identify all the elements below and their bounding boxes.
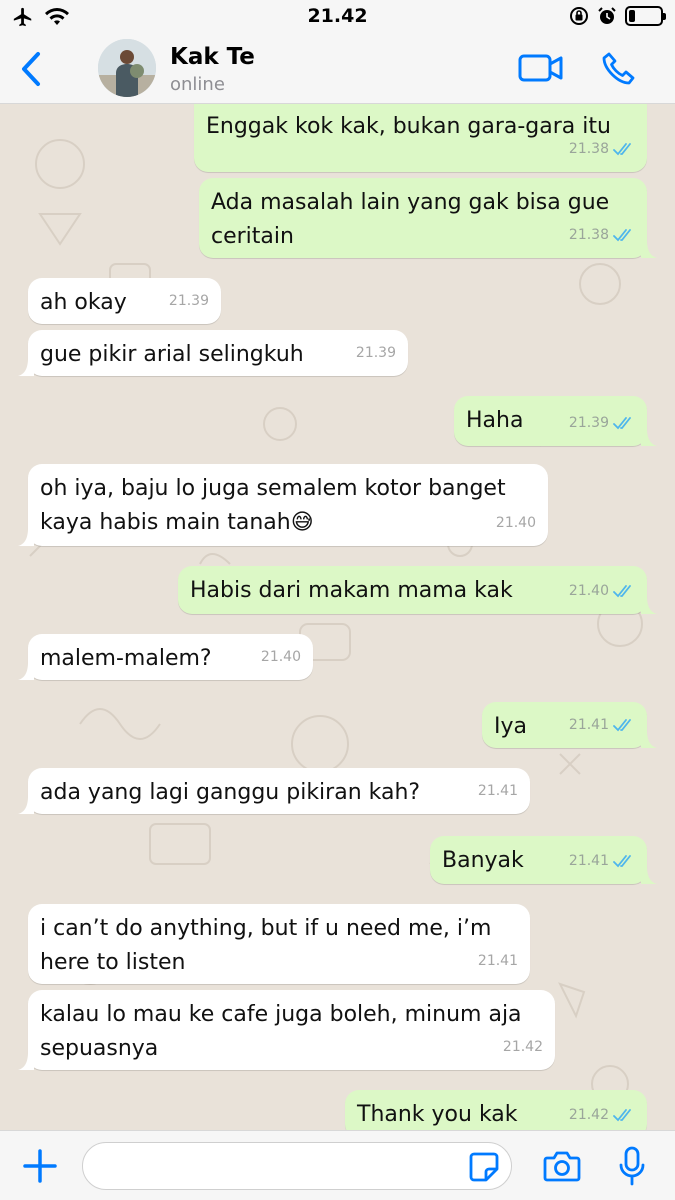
video-call-button[interactable] <box>518 52 564 84</box>
message-text: kalau lo mau ke cafe juga boleh, minum a… <box>40 1002 522 1061</box>
outgoing-message-bubble[interactable]: Haha 21.39 <box>454 396 647 446</box>
outgoing-message-bubble[interactable]: Habis dari makam mama kak 21.40 <box>178 566 647 614</box>
bubble-tail <box>641 730 657 748</box>
read-ticks-icon <box>613 855 631 868</box>
camera-icon <box>543 1151 581 1182</box>
message-meta: 21.41 <box>478 774 518 808</box>
phone-call-button[interactable] <box>600 50 638 88</box>
incoming-message-bubble[interactable]: malem-malem? 21.40 <box>28 634 313 680</box>
message-time: 21.40 <box>495 515 536 531</box>
incoming-message-bubble[interactable]: kalau lo mau ke cafe juga boleh, minum a… <box>28 990 555 1070</box>
outgoing-message-bubble[interactable]: Banyak 21.41 <box>430 836 647 884</box>
message-text: ada yang lagi ganggu pikiran kah? <box>40 780 421 805</box>
read-ticks-icon <box>613 1109 631 1122</box>
message-meta: 21.40 <box>261 640 301 674</box>
outgoing-message-bubble[interactable]: Ada masalah lain yang gak bisa gue cerit… <box>199 178 647 258</box>
message-time: 21.40 <box>260 649 301 665</box>
voice-message-button[interactable] <box>618 1145 646 1187</box>
message-time: 21.41 <box>568 853 609 869</box>
message-meta: 21.42 <box>569 1098 635 1130</box>
bubble-tail <box>641 866 657 884</box>
message-meta: 21.39 <box>356 336 396 370</box>
message-time: 21.38 <box>568 141 609 157</box>
message-text: oh iya, baju lo juga semalem kotor bange… <box>40 476 506 535</box>
message-time: 21.41 <box>477 953 518 969</box>
incoming-message-bubble[interactable]: ah okay 21.39 <box>28 278 221 324</box>
sticker-button[interactable] <box>468 1151 500 1183</box>
bubble-tail <box>641 596 657 614</box>
bubble-tail <box>18 358 34 376</box>
status-right-icons <box>569 6 666 26</box>
attach-button[interactable] <box>22 1148 58 1184</box>
bubble-tail <box>18 796 34 814</box>
incoming-message-bubble[interactable]: ada yang lagi ganggu pikiran kah? 21.41 <box>28 768 530 814</box>
message-meta: 21.40 <box>569 574 635 608</box>
message-meta: 21.39 <box>169 284 209 318</box>
mic-icon <box>619 1146 645 1186</box>
message-text: gue pikir arial selingkuh <box>40 342 304 367</box>
message-time: 21.41 <box>477 783 518 799</box>
read-ticks-icon <box>613 585 631 598</box>
battery-icon <box>625 6 666 26</box>
message-time: 21.42 <box>568 1107 609 1123</box>
message-input[interactable] <box>82 1142 512 1190</box>
sticker-icon <box>469 1152 499 1182</box>
read-ticks-icon <box>613 143 631 156</box>
message-meta: 21.41 <box>569 844 635 878</box>
contact-name[interactable]: Kak Te <box>170 44 255 70</box>
message-meta: 21.39 <box>569 406 635 440</box>
avatar[interactable] <box>98 39 156 97</box>
camera-button[interactable] <box>543 1149 581 1183</box>
outgoing-message-bubble[interactable]: Iya 21.41 <box>482 702 647 748</box>
message-meta: 21.38 <box>569 132 635 166</box>
message-time: 21.40 <box>568 583 609 599</box>
incoming-message-bubble[interactable]: oh iya, baju lo juga semalem kotor bange… <box>28 464 548 546</box>
orientation-lock-icon <box>570 7 588 25</box>
message-text: i can’t do anything, but if u need me, i… <box>40 916 492 975</box>
read-ticks-icon <box>613 719 631 732</box>
back-button[interactable] <box>16 50 46 88</box>
alarm-icon <box>598 7 616 24</box>
read-ticks-icon <box>613 229 631 242</box>
outgoing-message-bubble[interactable]: Thank you kak 21.42 <box>345 1090 647 1130</box>
battery-fill <box>629 10 635 22</box>
status-bar: 21.42 <box>0 0 675 34</box>
phone-call-icon <box>602 52 635 85</box>
incoming-message-bubble[interactable]: gue pikir arial selingkuh 21.39 <box>28 330 408 376</box>
read-ticks-icon <box>613 417 631 430</box>
plus-icon <box>23 1149 57 1183</box>
chat-area[interactable]: Enggak kok kak, bukan gara-gara itu 21.38… <box>0 104 675 1130</box>
message-meta: 21.42 <box>503 1030 543 1064</box>
message-time: 21.39 <box>355 345 396 361</box>
bubble-tail <box>18 1052 34 1070</box>
message-meta: 21.40 <box>496 506 536 540</box>
back-chevron-icon <box>22 52 40 86</box>
message-time: 21.38 <box>568 227 609 243</box>
incoming-message-bubble[interactable]: i can’t do anything, but if u need me, i… <box>28 904 530 984</box>
message-time: 21.39 <box>168 293 209 309</box>
message-time: 21.39 <box>568 415 609 431</box>
message-meta: 21.38 <box>569 218 635 252</box>
chat-header: Kak Te online <box>0 34 675 104</box>
bubble-tail <box>641 428 657 446</box>
message-time: 21.41 <box>568 717 609 733</box>
message-meta: 21.41 <box>478 944 518 978</box>
bubble-tail <box>641 240 657 258</box>
message-meta: 21.41 <box>569 708 635 742</box>
bubble-tail <box>18 662 34 680</box>
message-time: 21.42 <box>502 1039 543 1055</box>
outgoing-message-bubble[interactable]: Enggak kok kak, bukan gara-gara itu 21.38 <box>194 104 647 172</box>
composer-bar <box>0 1130 675 1200</box>
contact-status: online <box>170 74 225 95</box>
bubble-tail <box>18 528 34 546</box>
video-call-icon <box>518 54 563 82</box>
